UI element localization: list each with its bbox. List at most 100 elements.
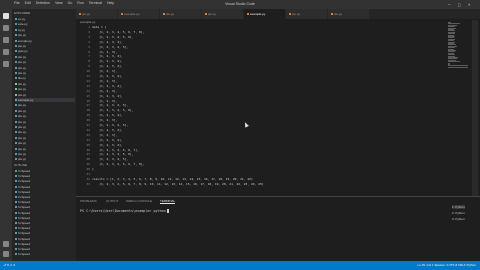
terminal-prompt[interactable]: PS C:\Users\User\Documents\example> pyth…: [80, 209, 169, 213]
outline-item[interactable]: fn.Speed: [15, 205, 75, 209]
outline-item[interactable]: fn.Speed: [15, 231, 75, 235]
file-item[interactable]: ple.py: [15, 130, 75, 134]
outline-item[interactable]: fn.Speed: [15, 190, 75, 194]
code-line[interactable]: [1, 2, 3, 4],: [92, 54, 123, 58]
tab-terminal[interactable]: TERMINAL: [160, 199, 176, 204]
code-line[interactable]: [1, 2, 3, 4, 5],: [92, 157, 128, 161]
code-line[interactable]: [1, 2, 3, 4, 5, 6, 7, 8],: [92, 30, 144, 34]
code-line[interactable]: [1, 2, 3],: [92, 69, 117, 73]
outline-header[interactable]: OUTLINE: [14, 163, 27, 167]
outline-item[interactable]: fn.Speed: [15, 237, 75, 241]
outline-item[interactable]: fn.Speed: [15, 221, 75, 225]
menu-item-go[interactable]: Go: [68, 1, 73, 5]
menu-item-run[interactable]: Run: [77, 1, 83, 5]
outline-item[interactable]: fn.Speed: [15, 216, 75, 220]
code-line[interactable]: [1, 2, 3],: [92, 50, 117, 54]
code-line[interactable]: [1, 2, 3, 4],: [92, 59, 123, 63]
code-line[interactable]: [1, 2, 3, 4],: [92, 94, 123, 98]
outline-item[interactable]: fn.Speed: [15, 174, 75, 178]
file-item[interactable]: ple.py: [15, 44, 75, 48]
file-item[interactable]: ple.py: [15, 103, 75, 107]
file-item[interactable]: ey.py: [15, 28, 75, 32]
code-line[interactable]: [1, 2, 3],: [92, 89, 117, 93]
outline-item[interactable]: fn.Speed: [15, 252, 75, 256]
file-item[interactable]: ple.py: [15, 60, 75, 64]
maximize-button[interactable]: □: [458, 2, 460, 7]
terminal-instance[interactable]: 2: Python: [452, 211, 465, 215]
file-item[interactable]: example.py: [15, 98, 75, 102]
code-line[interactable]: [1, 2, 3, 4],: [92, 40, 123, 44]
file-item[interactable]: ple.py: [15, 93, 75, 97]
extensions-icon[interactable]: [3, 61, 9, 67]
outline-item[interactable]: fn.Speed: [15, 195, 75, 199]
minimap[interactable]: [448, 20, 470, 190]
close-button[interactable]: ×: [468, 2, 470, 7]
file-item[interactable]: ple.py: [15, 152, 75, 156]
file-item[interactable]: ple.py: [15, 157, 75, 161]
file-item[interactable]: ple.py: [15, 136, 75, 140]
outline-item[interactable]: fn.Speed: [15, 179, 75, 183]
code-line[interactable]: [1, 2, 3, 4],: [92, 84, 123, 88]
file-item[interactable]: ple.py: [15, 82, 75, 86]
menu-item-file[interactable]: File: [14, 1, 20, 5]
code-line[interactable]: [1, 2, 3, 4, 5, 6, 7, 8, 9, 10, 11, 12, …: [92, 182, 263, 186]
outline-item[interactable]: fn.Speed: [15, 242, 75, 246]
file-item[interactable]: ple.py: [15, 147, 75, 151]
file-item[interactable]: enmple.py: [15, 39, 75, 43]
file-item[interactable]: file.py: [15, 76, 75, 80]
code-line[interactable]: [1, 2, 3, 4, 5],: [92, 103, 128, 107]
file-item[interactable]: ple.py: [15, 125, 75, 129]
code-line[interactable]: [1, 2, 3, 4, 5, 6],: [92, 108, 133, 112]
menu-item-terminal[interactable]: Terminal: [89, 1, 102, 5]
file-item[interactable]: ple.py: [15, 120, 75, 124]
tab-example-py[interactable]: example.py: [118, 9, 160, 19]
account-icon[interactable]: [3, 241, 9, 247]
editor-scrollbar[interactable]: [472, 20, 478, 196]
file-item[interactable]: ex.py: [15, 17, 75, 21]
outline-item[interactable]: fn.Speed: [15, 185, 75, 189]
file-item[interactable]: ple.py: [15, 33, 75, 37]
code-line[interactable]: data = [: [92, 25, 106, 29]
tab-ple-py[interactable]: ple.py: [286, 9, 328, 19]
tab-ple-py[interactable]: ple.py: [160, 9, 202, 19]
status-left[interactable]: ⎇ 0 ⚠ 0: [3, 263, 15, 267]
search-icon[interactable]: [3, 25, 9, 31]
status-right[interactable]: Ln 15, Col 1 Spaces: 4 UTF-8 CRLF Python: [417, 263, 476, 267]
file-item[interactable]: ple.py: [15, 109, 75, 113]
menu-item-selection[interactable]: Selection: [36, 1, 50, 5]
code-line[interactable]: results = [1, 2, 3, 4, 5, 6, 7, 8, 9, 10…: [92, 177, 253, 181]
file-item[interactable]: ple.py: [15, 71, 75, 75]
breadcrumb[interactable]: example.py: [80, 20, 95, 24]
code-line[interactable]: [1, 2, 3, 4, 5, 6, 7, 8],: [92, 162, 144, 166]
file-item[interactable]: ple.py: [15, 87, 75, 91]
file-item[interactable]: ple.py: [15, 114, 75, 118]
file-item[interactable]: ple.py: [15, 55, 75, 59]
code-line[interactable]: [1, 2, 3, 4, 5, 6],: [92, 152, 133, 156]
source-control-icon[interactable]: [3, 37, 9, 43]
code-line[interactable]: [1, 2, 3, 4, 5, 6, 7],: [92, 148, 139, 152]
tab-ple-py[interactable]: ple.py: [76, 9, 118, 19]
minimize-button[interactable]: –: [448, 2, 450, 7]
tab-ple-py[interactable]: ple.py: [328, 9, 370, 19]
code-line[interactable]: [1, 2, 3, 4],: [92, 64, 123, 68]
terminal-instance[interactable]: 3: Python: [452, 217, 465, 221]
code-line[interactable]: [1, 2, 3, 4, 5, 6],: [92, 35, 133, 39]
code-line[interactable]: [1, 2, 3, 4],: [92, 128, 123, 132]
menu-item-edit[interactable]: Edit: [25, 1, 31, 5]
tab-ple-py[interactable]: ple.py: [202, 9, 244, 19]
code-line[interactable]: [1, 2, 3, 4],: [92, 138, 123, 142]
outline-item[interactable]: fn.Speed: [15, 211, 75, 215]
code-line[interactable]: [1, 2, 3, 4],: [92, 143, 123, 147]
code-line[interactable]: [1, 2, 3],: [92, 99, 117, 103]
menu-item-view[interactable]: View: [55, 1, 63, 5]
terminal-instance[interactable]: 1: Python: [452, 205, 465, 209]
code-line[interactable]: [1, 2, 3, 4, 5],: [92, 123, 128, 127]
code-line[interactable]: [1, 2, 3, 4],: [92, 74, 123, 78]
code-line[interactable]: ]: [92, 167, 94, 171]
code-line[interactable]: [1, 2, 3],: [92, 79, 117, 83]
tab-debug-console[interactable]: DEBUG CONSOLE: [126, 199, 152, 203]
tab-problems[interactable]: PROBLEMS: [80, 199, 97, 203]
tab-example-py[interactable]: example.py: [244, 9, 286, 19]
file-item[interactable]: ple.py: [15, 66, 75, 70]
menu-item-help[interactable]: Help: [107, 1, 114, 5]
